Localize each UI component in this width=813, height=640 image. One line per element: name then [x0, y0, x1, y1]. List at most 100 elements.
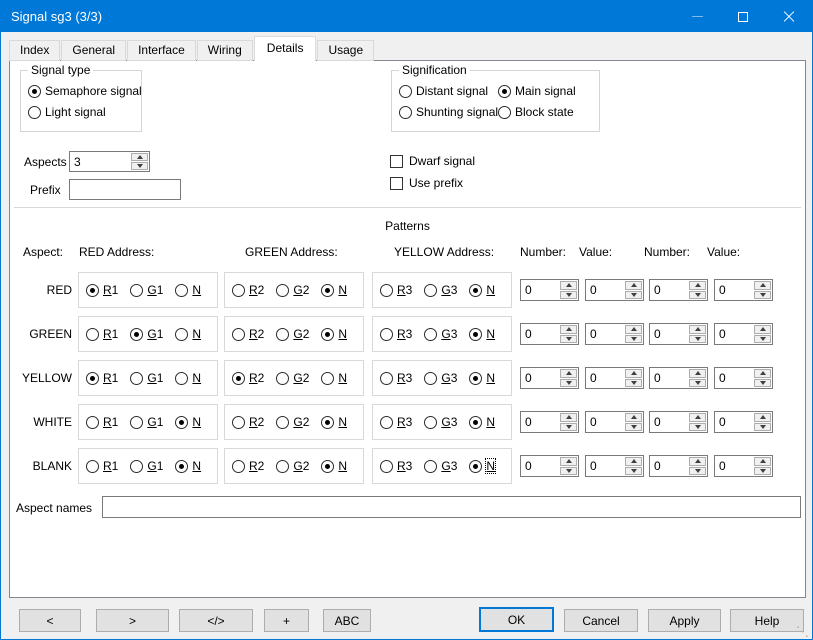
tab-index[interactable]: Index [9, 40, 60, 61]
radio-r1-group1[interactable]: R1 [86, 283, 118, 297]
close-button[interactable] [766, 1, 812, 32]
spinner-up-button[interactable] [689, 281, 706, 290]
radio-n-group1[interactable]: N [175, 459, 201, 473]
spinner-down-button[interactable] [689, 467, 706, 476]
spinner-down-button[interactable] [625, 467, 642, 476]
spinner-value[interactable]: 0 [650, 456, 688, 476]
radio-r1-group1[interactable]: R1 [86, 459, 118, 473]
radio-n-group1[interactable]: N [175, 327, 201, 341]
spinner-down-button[interactable] [754, 467, 771, 476]
dwarf-signal-checkbox[interactable]: Dwarf signal [390, 154, 475, 168]
tab-wiring[interactable]: Wiring [197, 40, 253, 61]
spinner-up-button[interactable] [689, 413, 706, 422]
radio-shunting-signal[interactable]: Shunting signal [399, 105, 498, 119]
radio-g2-group2[interactable]: G2 [276, 283, 309, 297]
spinner-up-button[interactable] [689, 457, 706, 466]
radio-r2-group2[interactable]: R2 [232, 415, 264, 429]
spinner-value[interactable]: 0 [650, 280, 688, 300]
radio-n-group1[interactable]: N [175, 283, 201, 297]
radio-n-group2[interactable]: N [321, 371, 347, 385]
radio-g2-group2[interactable]: G2 [276, 327, 309, 341]
radio-n-group3[interactable]: N [469, 327, 495, 341]
next-button[interactable]: > [96, 609, 169, 632]
radio-n-group2[interactable]: N [321, 327, 347, 341]
spinner-value[interactable]: 0 [586, 368, 624, 388]
spinner-value[interactable]: 0 [521, 368, 559, 388]
spinner-down-button[interactable] [754, 379, 771, 388]
tab-details[interactable]: Details [254, 36, 317, 61]
spinner-value[interactable]: 0 [586, 324, 624, 344]
plus-button[interactable]: + [264, 609, 309, 632]
spinner-up-button[interactable] [560, 369, 577, 378]
radio-n-group1[interactable]: N [175, 371, 201, 385]
radio-r3-group3[interactable]: R3 [380, 459, 412, 473]
spinner-down-button[interactable] [131, 162, 148, 170]
radio-r1-group1[interactable]: R1 [86, 371, 118, 385]
radio-n-group3[interactable]: N [469, 371, 495, 385]
radio-n-group3[interactable]: N [469, 283, 495, 297]
minimize-button[interactable] [674, 1, 720, 32]
radio-n-group3[interactable]: N [469, 459, 495, 473]
radio-g2-group2[interactable]: G2 [276, 415, 309, 429]
spinner-value[interactable]: 0 [715, 280, 753, 300]
apply-button[interactable]: Apply [648, 609, 721, 632]
spinner-down-button[interactable] [689, 291, 706, 300]
tab-interface[interactable]: Interface [127, 40, 196, 61]
spinner-down-button[interactable] [625, 335, 642, 344]
spinner-value[interactable]: 0 [715, 456, 753, 476]
radio-r2-group2[interactable]: R2 [232, 327, 264, 341]
radio-block-state[interactable]: Block state [498, 105, 599, 119]
spinner-value[interactable]: 0 [586, 280, 624, 300]
spinner-value[interactable]: 0 [586, 456, 624, 476]
radio-g3-group3[interactable]: G3 [424, 327, 457, 341]
spinner-up-button[interactable] [560, 413, 577, 422]
spinner-up-button[interactable] [754, 281, 771, 290]
radio-r3-group3[interactable]: R3 [380, 283, 412, 297]
cancel-button[interactable]: Cancel [564, 609, 638, 632]
spinner-down-button[interactable] [754, 423, 771, 432]
prev-button[interactable]: < [19, 609, 81, 632]
spinner-up-button[interactable] [625, 281, 642, 290]
prefix-input[interactable] [69, 179, 181, 200]
spinner-up-button[interactable] [689, 369, 706, 378]
radio-main-signal[interactable]: Main signal [498, 84, 599, 98]
spinner-down-button[interactable] [689, 423, 706, 432]
radio-g2-group2[interactable]: G2 [276, 459, 309, 473]
radio-g3-group3[interactable]: G3 [424, 283, 457, 297]
spinner-value[interactable]: 0 [521, 280, 559, 300]
ok-button[interactable]: OK [479, 607, 554, 632]
spinner-up-button[interactable] [131, 153, 148, 161]
spinner-up-button[interactable] [754, 325, 771, 334]
aspect-names-input[interactable] [102, 496, 801, 518]
spinner-up-button[interactable] [560, 457, 577, 466]
use-prefix-checkbox[interactable]: Use prefix [390, 176, 475, 190]
spinner-value[interactable]: 0 [521, 456, 559, 476]
spinner-down-button[interactable] [754, 291, 771, 300]
radio-n-group2[interactable]: N [321, 415, 347, 429]
abc-button[interactable]: ABC [323, 609, 371, 632]
radio-g1-group1[interactable]: G1 [130, 327, 163, 341]
radio-distant-signal[interactable]: Distant signal [399, 84, 498, 98]
spinner-up-button[interactable] [754, 457, 771, 466]
spinner-value[interactable]: 0 [521, 412, 559, 432]
radio-g1-group1[interactable]: G1 [130, 283, 163, 297]
spinner-up-button[interactable] [625, 325, 642, 334]
spinner-down-button[interactable] [754, 335, 771, 344]
radio-g1-group1[interactable]: G1 [130, 415, 163, 429]
resize-grip-icon[interactable] [796, 625, 809, 638]
spinner-value[interactable]: 0 [715, 368, 753, 388]
spinner-up-button[interactable] [689, 325, 706, 334]
spinner-value[interactable]: 0 [715, 412, 753, 432]
radio-n-group2[interactable]: N [321, 283, 347, 297]
radio-g3-group3[interactable]: G3 [424, 371, 457, 385]
radio-n-group2[interactable]: N [321, 459, 347, 473]
spinner-down-button[interactable] [560, 379, 577, 388]
tab-general[interactable]: General [61, 40, 126, 61]
spinner-value[interactable]: 0 [586, 412, 624, 432]
radio-g3-group3[interactable]: G3 [424, 459, 457, 473]
spinner-down-button[interactable] [560, 467, 577, 476]
radio-r2-group2[interactable]: R2 [232, 283, 264, 297]
radio-semaphore-signal[interactable]: Semaphore signal [28, 84, 142, 98]
radio-light-signal[interactable]: Light signal [28, 105, 106, 119]
spinner-value[interactable]: 0 [650, 368, 688, 388]
